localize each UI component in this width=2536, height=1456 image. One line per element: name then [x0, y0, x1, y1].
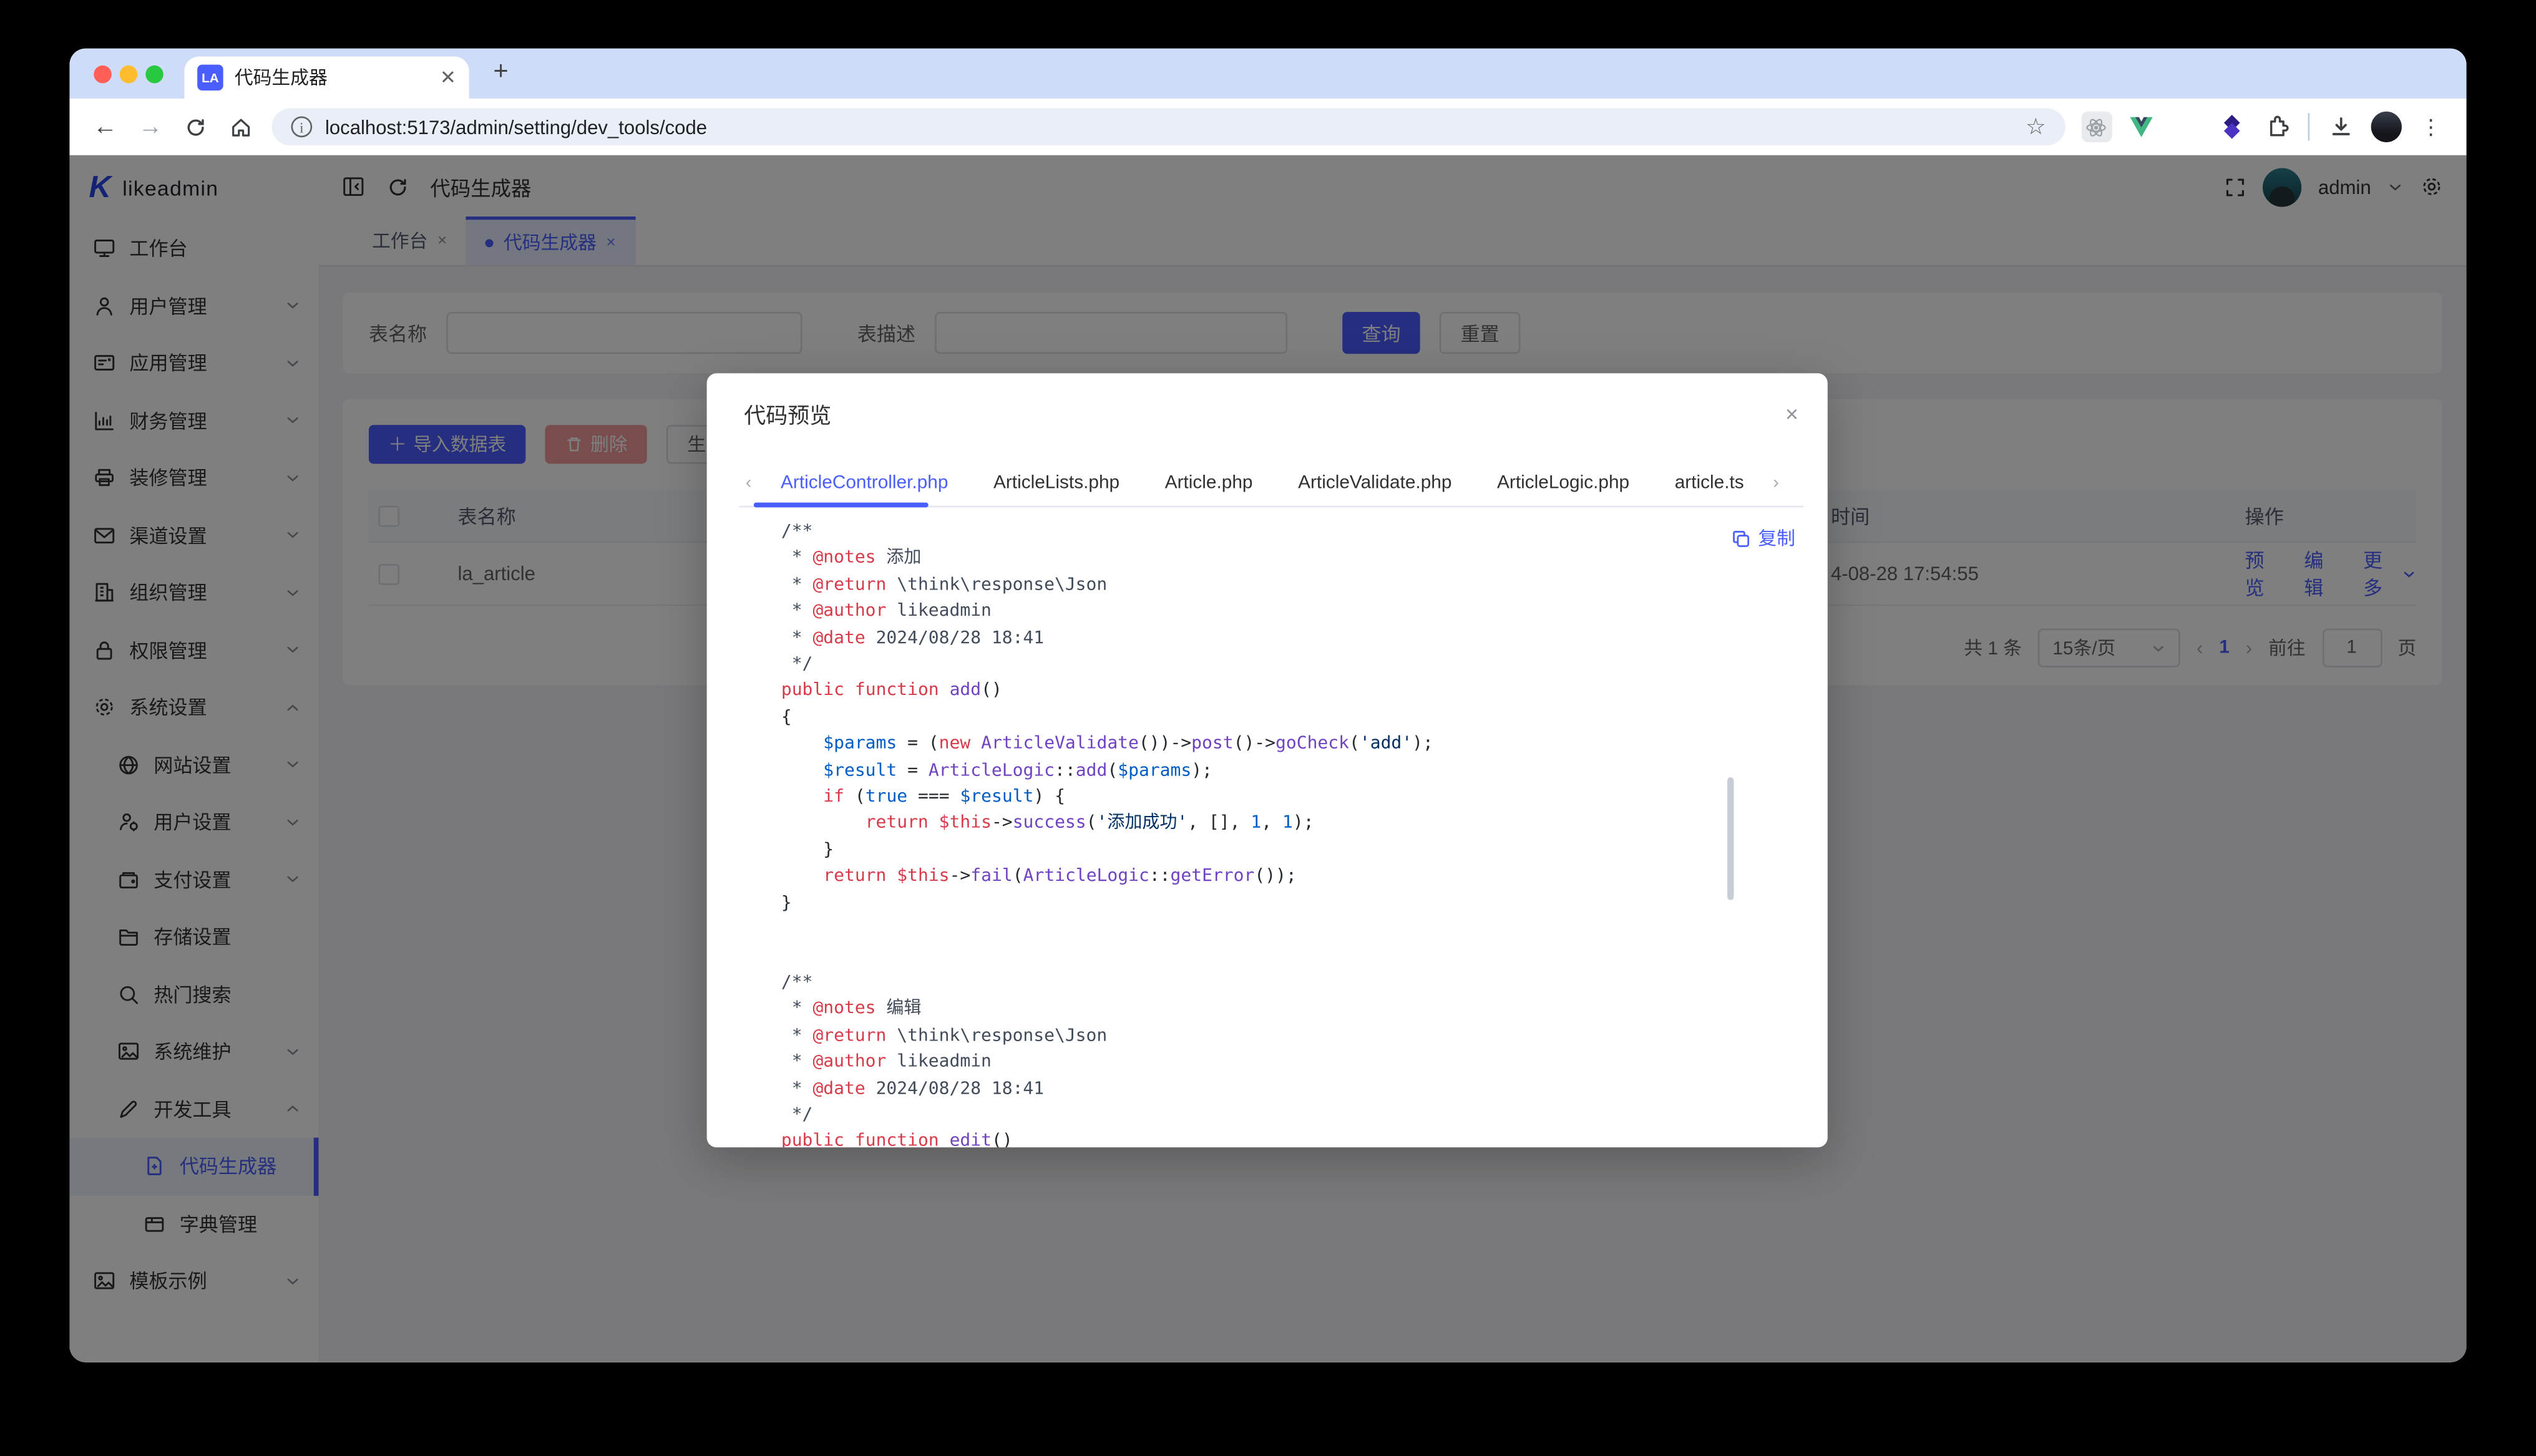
browser-tabstrip: LA 代码生成器 ✕ + [69, 49, 2466, 99]
url-text: localhost:5173/admin/setting/dev_tools/c… [325, 115, 2012, 138]
code-line: * @return \think\response\Json [781, 1022, 1795, 1049]
browser-profile-avatar[interactable] [2366, 107, 2405, 146]
url-bar[interactable]: i localhost:5173/admin/setting/dev_tools… [271, 109, 2065, 146]
copy-button[interactable]: 复制 [1730, 525, 1795, 551]
reload-icon[interactable] [177, 107, 215, 146]
modal-close-icon[interactable]: × [1785, 402, 1798, 425]
code-line: * @return \think\response\Json [781, 572, 1795, 598]
traffic-light-close[interactable] [94, 66, 112, 83]
sq-extension-icon[interactable]: SQ [2167, 107, 2206, 146]
file-tab-articlelists[interactable]: ArticleLists.php [971, 473, 1143, 493]
code-line: { [781, 704, 1795, 730]
code-file-tabs: ‹ ArticleController.php ArticleLists.php… [739, 459, 1803, 508]
extensions-puzzle-icon[interactable] [2258, 107, 2296, 146]
code-line [781, 943, 1795, 969]
browser-window: LA 代码生成器 ✕ + ← → i localhost:5173/admin/… [69, 49, 2466, 1362]
code-line: */ [781, 651, 1795, 677]
traffic-light-minimize[interactable] [120, 66, 138, 83]
code-line: * @date 2024/08/28 18:41 [781, 625, 1795, 651]
toolbar-divider [2308, 113, 2310, 140]
site-info-icon[interactable]: i [291, 117, 313, 138]
tabs-scroll-right-icon[interactable]: › [1767, 473, 1785, 493]
downloads-icon[interactable] [2321, 107, 2359, 146]
tab-close-icon[interactable]: ✕ [440, 68, 456, 87]
code-line: * @notes 添加 [781, 545, 1795, 571]
browser-menu-icon[interactable]: ⋮ [2411, 107, 2450, 146]
code-scrollbar-thumb[interactable] [1727, 777, 1734, 900]
file-tab-article[interactable]: Article.php [1142, 473, 1275, 493]
code-line: * @author likeadmin [781, 1049, 1795, 1075]
code-preview-modal: 代码预览 × ‹ ArticleController.php ArticleLi… [707, 373, 1828, 1147]
code-line: /** [781, 969, 1795, 996]
code-area[interactable]: /** * @notes 添加 * @return \think\respons… [781, 519, 1795, 1148]
new-tab-button[interactable]: + [484, 55, 518, 90]
browser-tab-title: 代码生成器 [235, 65, 429, 90]
file-tab-articlecontroller[interactable]: ArticleController.php [758, 473, 971, 493]
traffic-light-zoom[interactable] [145, 66, 163, 83]
copy-icon [1730, 528, 1752, 549]
home-icon[interactable] [222, 107, 260, 146]
code-line [781, 916, 1795, 943]
browser-tab[interactable]: LA 代码生成器 ✕ [184, 57, 469, 99]
code-line: /** [781, 519, 1795, 545]
code-block: /** * @notes 添加 * @return \think\respons… [781, 519, 1795, 1148]
tabs-active-underline [754, 503, 929, 508]
code-line: return $this->fail(ArticleLogic::getErro… [781, 863, 1795, 890]
react-devtools-icon[interactable] [2077, 107, 2115, 146]
file-tab-articlets[interactable]: article.ts [1652, 473, 1767, 493]
tabs-scroll-left-icon[interactable]: ‹ [739, 473, 758, 493]
code-line: } [781, 890, 1795, 916]
app-page: K likeadmin 工作台 用户管理 应用管理 财务管理 [69, 155, 2466, 1362]
code-line: * @author likeadmin [781, 598, 1795, 624]
code-line: $params = (new ArticleValidate())->post(… [781, 731, 1795, 757]
code-line: * @date 2024/08/28 18:41 [781, 1075, 1795, 1102]
code-line: public function add() [781, 678, 1795, 704]
bookmark-star-icon[interactable]: ☆ [2026, 113, 2046, 140]
browser-toolbar: ← → i localhost:5173/admin/setting/dev_t… [69, 99, 2466, 155]
file-tab-articlevalidate[interactable]: ArticleValidate.php [1275, 473, 1475, 493]
code-line: public function edit() [781, 1128, 1795, 1147]
code-line: } [781, 837, 1795, 863]
code-line: * @notes 编辑 [781, 996, 1795, 1022]
favicon: LA [197, 65, 223, 90]
forward-icon[interactable]: → [131, 107, 170, 146]
screen: LA 代码生成器 ✕ + ← → i localhost:5173/admin/… [0, 0, 2536, 1456]
code-line: if (true === $result) { [781, 784, 1795, 810]
layers-extension-icon[interactable] [2213, 107, 2251, 146]
vue-devtools-icon[interactable] [2122, 107, 2160, 146]
code-line: return $this->success('添加成功', [], 1, 1); [781, 810, 1795, 837]
modal-title: 代码预览 [744, 397, 831, 430]
file-tab-articlelogic[interactable]: ArticleLogic.php [1475, 473, 1652, 493]
code-line: $result = ArticleLogic::add($params); [781, 757, 1795, 784]
back-icon[interactable]: ← [85, 107, 124, 146]
code-line: */ [781, 1102, 1795, 1128]
